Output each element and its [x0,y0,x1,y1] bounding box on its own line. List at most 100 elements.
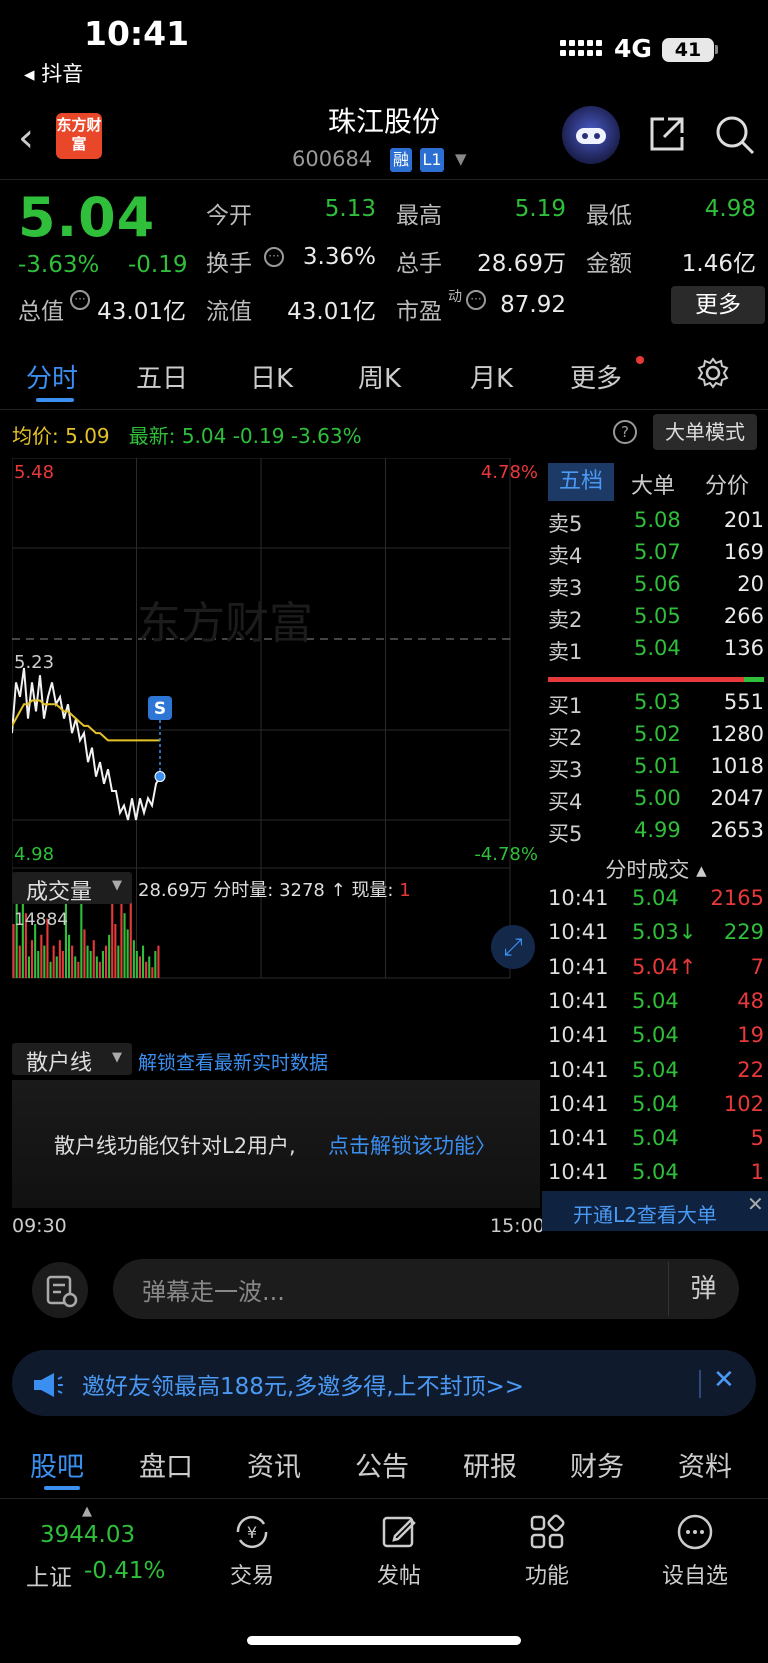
expand-icon[interactable]: ⤢ [491,925,535,969]
info-dots-icon[interactable]: ··· [264,247,284,267]
current-point-marker [154,771,166,783]
trade-time: 10:41 [548,1160,609,1185]
tab-price-distribution[interactable]: 分价 [705,468,749,500]
tab-five-day[interactable]: 五日 [136,358,188,395]
trade-row: 10:41 5.03↓ 229 [548,920,764,952]
level-tag: L1 [420,148,444,172]
close-icon[interactable]: ✕ [747,1192,764,1216]
tab-research[interactable]: 研报 [463,1445,517,1484]
volume-bar [83,929,86,978]
tab-announcements[interactable]: 公告 [355,1445,409,1484]
tab-more[interactable]: 更多 [570,358,622,395]
volume-bar [138,956,141,978]
chevron-down-icon[interactable]: ▼ [455,150,467,168]
volume-bar [68,934,71,978]
help-icon[interactable]: ? [613,420,637,444]
ask-row[interactable]: 卖5 5.08 201 [548,508,764,540]
ask-qty: 201 [723,508,764,532]
tab-weekly-k[interactable]: 周K [358,358,401,395]
ask-row[interactable]: 卖2 5.05 266 [548,604,764,636]
tab-finance[interactable]: 财务 [570,1445,624,1484]
volume-bar [129,902,132,978]
danmaku-placeholder[interactable]: 弹幕走一波... [142,1272,285,1307]
volume-bar [114,924,117,978]
avg-label: 均价: [12,424,59,448]
info-dots-icon[interactable]: ··· [70,290,90,310]
trades-title[interactable]: 分时成交 ▴ [544,854,768,884]
volume-bar [142,945,145,978]
bid-row[interactable]: 买4 5.00 2047 [548,786,764,818]
turnover-rate-label: 换手 [206,251,252,277]
latest-pct: -3.63% [290,424,362,448]
tab-five-levels[interactable]: 五档 [548,463,614,501]
ask-row[interactable]: 卖3 5.06 20 [548,572,764,604]
danmaku-toggle-button[interactable]: 弹 [668,1262,738,1316]
bid-row[interactable]: 买5 4.99 2653 [548,818,764,850]
nav-trade[interactable]: ¥ 交易 [207,1512,297,1590]
retail-unlock-link[interactable]: 解锁查看最新实时数据 [138,1048,328,1075]
gear-icon[interactable] [696,356,730,390]
volume-bar [148,956,151,978]
volume-bar [18,945,21,978]
volume-bar [151,967,154,978]
ask-label: 卖4 [548,544,583,568]
search-icon[interactable] [713,113,757,157]
l2-upgrade-text[interactable]: 开通L2查看大单 [573,1199,717,1228]
y-bottom-label: 4.98 [14,844,54,865]
latest-label: 最新: [128,424,176,448]
bid-label: 买4 [548,790,583,814]
current-volume-label: 现量: [351,880,394,901]
nav-add-watchlist[interactable]: 设自选 [650,1512,740,1590]
trade-volume: 229 [723,920,764,945]
comment-list-icon[interactable] [32,1262,88,1318]
more-button[interactable]: 更多 [671,286,765,324]
high-value: 5.19 [514,196,566,222]
volume-bar [117,945,120,978]
index-value[interactable]: 3944.03 [40,1522,135,1548]
ask-row[interactable]: 卖4 5.07 169 [548,540,764,572]
volume-bar [95,956,98,978]
y-mid-label: 5.23 [14,652,54,673]
ask-row[interactable]: 卖1 5.04 136 [548,636,764,668]
robot-avatar-icon[interactable] [562,106,620,164]
volume-bar [98,961,101,978]
intraday-chart[interactable]: 东方财富 5.48 4.78% 5.23 4.98 -4.78% S [12,458,542,1038]
x-end-label: 15:00 [490,1215,545,1237]
avg-price-line [12,699,160,742]
share-icon[interactable] [646,113,688,155]
index-label[interactable]: 上证 [26,1558,72,1592]
big-order-mode-button[interactable]: 大单模式 [653,414,757,450]
tab-order-book[interactable]: 盘口 [139,1445,193,1484]
sell-signal-marker[interactable]: S [148,696,172,720]
back-to-app-link[interactable]: ◂ 抖音 [24,58,83,88]
index-pct[interactable]: -0.41% [84,1558,165,1584]
tab-daily-k[interactable]: 日K [250,358,293,395]
invite-text[interactable]: 邀好友领最高188元,多邀多得,上不封顶>> [82,1367,524,1401]
trade-row: 10:41 5.04 5 [548,1126,764,1158]
ask-price: 5.07 [634,540,681,564]
volume-value: 28.69万 [477,251,566,277]
tab-big-orders[interactable]: 大单 [631,468,675,500]
info-dots-icon[interactable]: ··· [466,290,486,310]
bid-row[interactable]: 买1 5.03 551 [548,690,764,722]
retail-unlock-button[interactable]: 点击解锁该功能〉 [328,1130,496,1160]
ask-price: 5.08 [634,508,681,532]
bid-label: 买1 [548,694,583,718]
nav-post[interactable]: 发帖 [354,1512,444,1590]
close-icon[interactable]: ✕ [713,1365,735,1395]
trade-volume: 102 [723,1091,764,1116]
bid-row[interactable]: 买2 5.02 1280 [548,722,764,754]
nav-functions[interactable]: 功能 [502,1512,592,1590]
tab-profile[interactable]: 资料 [678,1445,732,1484]
tab-forum[interactable]: 股吧 [30,1445,84,1484]
bid-row[interactable]: 买3 5.01 1018 [548,754,764,786]
tab-intraday[interactable]: 分时 [26,358,78,395]
pct-bottom-label: -4.78% [474,844,538,865]
trade-row: 10:41 5.04↑ 7 [548,955,764,987]
ask-qty: 136 [723,636,764,660]
svg-text:¥: ¥ [247,1523,257,1542]
tab-news[interactable]: 资讯 [247,1445,301,1484]
chevron-up-icon[interactable]: ▲ [82,1504,92,1519]
home-indicator[interactable] [247,1636,521,1645]
tab-monthly-k[interactable]: 月K [470,358,513,395]
